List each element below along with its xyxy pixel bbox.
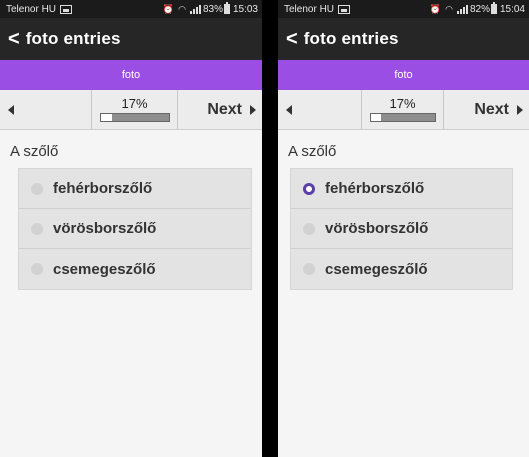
screen-divider [262, 0, 278, 457]
wifi-icon: ◠ [445, 3, 453, 14]
sim-icon [60, 4, 73, 14]
next-arrow-icon [517, 104, 523, 115]
signal-icon [189, 4, 201, 14]
radio-button[interactable] [303, 182, 315, 195]
choice-label: fehérborszőlő [53, 180, 153, 197]
clock: 15:04 [499, 3, 525, 15]
form-title-bar: foto [278, 60, 529, 90]
carrier-label: Telenor HU [6, 3, 57, 15]
next-button[interactable]: Next [444, 90, 529, 129]
phone-screen-left: Telenor HU ⏰ ◠ 83% 15:03 < foto entries … [0, 0, 262, 457]
carrier-label: Telenor HU [284, 3, 335, 15]
next-arrow-icon [250, 104, 256, 115]
alarm-icon: ⏰ [162, 3, 175, 14]
progress-bar-fill [370, 114, 382, 121]
choice-list: fehérborszőlő vörösborszőlő csemegeszőlő [290, 168, 513, 290]
choice-list: fehérborszőlő vörösborszőlő csemegeszőlő [18, 168, 252, 290]
choice-option[interactable]: csemegeszőlő [19, 249, 251, 289]
sim-icon [338, 4, 351, 14]
choice-label: csemegeszőlő [53, 260, 156, 278]
radio-button[interactable] [303, 222, 315, 235]
question-label: A szőlő [288, 143, 337, 160]
signal-icon [456, 4, 468, 14]
battery-percent: 82% [469, 3, 490, 15]
progress-bar [369, 113, 436, 122]
back-arrow-icon[interactable]: < [8, 29, 20, 49]
phone-screen-right: Telenor HU ⏰ ◠ 82% 15:04 < foto entries … [278, 0, 529, 457]
choice-option[interactable]: vörösborszőlő [19, 209, 251, 249]
next-label: Next [207, 100, 242, 118]
next-button[interactable]: Next [178, 90, 262, 129]
prev-button[interactable] [0, 90, 92, 129]
battery-percent: 83% [202, 3, 223, 15]
back-arrow-icon[interactable]: < [286, 29, 298, 49]
progress-percent: 17% [389, 96, 416, 111]
choice-label: vörösborszőlő [53, 220, 157, 237]
prev-arrow-icon [286, 104, 292, 115]
app-title: foto entries [303, 29, 399, 48]
app-bar: < foto entries [0, 18, 262, 60]
form-title: foto [121, 69, 141, 81]
alarm-icon: ⏰ [429, 3, 442, 14]
radio-button[interactable] [31, 263, 43, 275]
battery-icon [490, 2, 497, 14]
app-bar: < foto entries [278, 18, 529, 60]
question-label: A szőlő [10, 143, 59, 160]
choice-label: vörösborszőlő [325, 220, 429, 237]
prev-button[interactable] [278, 90, 362, 129]
prev-arrow-icon [8, 104, 14, 115]
app-title: foto entries [25, 29, 121, 48]
status-bar: Telenor HU ⏰ ◠ 82% 15:04 [278, 0, 529, 18]
navigation-row: 17% Next [278, 90, 529, 130]
status-bar: Telenor HU ⏰ ◠ 83% 15:03 [0, 0, 262, 18]
next-label: Next [474, 100, 509, 118]
choice-label: csemegeszőlő [325, 260, 428, 278]
choice-label: fehérborszőlő [325, 180, 425, 197]
radio-button[interactable] [31, 182, 43, 195]
wifi-icon: ◠ [178, 3, 186, 14]
progress-indicator: 17% [92, 90, 178, 129]
choice-option[interactable]: fehérborszőlő [291, 169, 512, 209]
choice-option[interactable]: fehérborszőlő [19, 169, 251, 209]
form-title-bar: foto [0, 60, 262, 90]
form-title: foto [394, 69, 413, 81]
progress-bar [99, 113, 170, 122]
radio-button[interactable] [303, 263, 315, 275]
choice-option[interactable]: vörösborszőlő [291, 209, 512, 249]
clock: 15:03 [232, 3, 258, 15]
progress-indicator: 17% [362, 90, 444, 129]
battery-icon [223, 2, 230, 14]
progress-bar-fill [100, 114, 113, 121]
navigation-row: 17% Next [0, 90, 262, 130]
choice-option[interactable]: csemegeszőlő [291, 249, 512, 289]
radio-button[interactable] [31, 222, 43, 235]
progress-percent: 17% [121, 96, 148, 111]
